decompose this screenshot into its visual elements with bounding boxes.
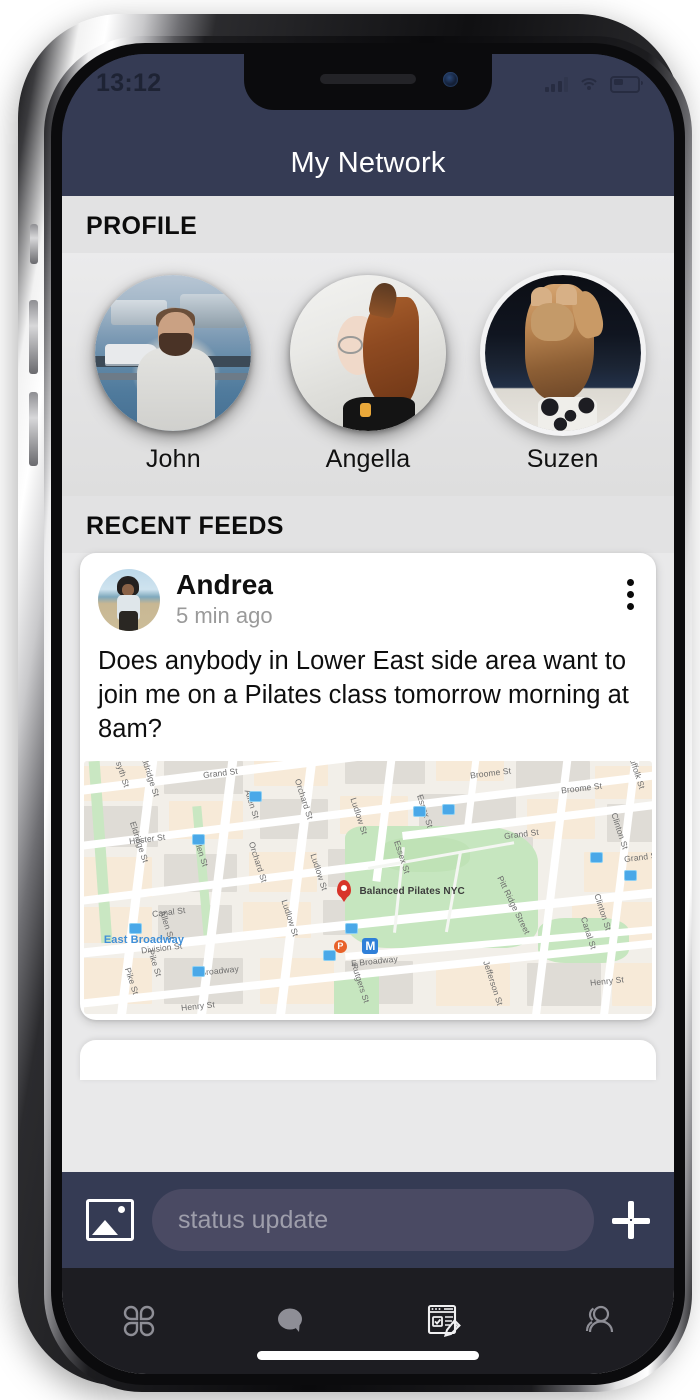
signal-bars-icon	[544, 76, 568, 92]
profile-name: Suzen	[526, 445, 599, 473]
map-street-label: Henry St	[180, 999, 215, 1013]
profile-list: John Angella Suzen	[62, 253, 674, 496]
phone-screen: My Network 13:12 PROFILE John Angella Su…	[62, 54, 674, 1374]
tab-forms[interactable]	[368, 1286, 521, 1356]
profile-item-john[interactable]: John	[87, 275, 259, 474]
profile-name: John	[145, 445, 201, 473]
map-pin-icon	[336, 879, 351, 898]
map-place-label: Balanced Pilates NYC	[359, 885, 465, 897]
home-indicator[interactable]	[257, 1351, 479, 1360]
feed-post-card-partial[interactable]	[80, 1039, 656, 1080]
post-author-name: Andrea	[176, 569, 274, 600]
profile-name: Angella	[325, 445, 411, 473]
map-parking-badge: P	[333, 940, 347, 954]
avatar-image-john	[95, 275, 252, 431]
status-clock: 13:12	[96, 68, 162, 97]
avatar[interactable]	[484, 275, 641, 431]
battery-icon	[610, 75, 643, 93]
page-title: My Network	[290, 147, 446, 179]
volume-down-button[interactable]	[29, 392, 38, 466]
post-map-image[interactable]: Grand St Grand St Grand St Broome St Bro…	[84, 760, 652, 1014]
post-body-text: Does anybody in Lower East side area wan…	[98, 647, 629, 743]
avatar[interactable]	[289, 275, 446, 431]
volume-up-button[interactable]	[29, 300, 38, 374]
post-timestamp: 5 min ago	[176, 603, 273, 629]
tab-chat[interactable]	[215, 1286, 368, 1356]
section-header-profile: PROFILE	[62, 196, 674, 253]
map-subway-badge: M	[362, 937, 379, 954]
post-author-avatar[interactable]	[98, 569, 160, 631]
mute-switch[interactable]	[30, 224, 38, 264]
apps-grid-icon	[117, 1299, 161, 1343]
earpiece-speaker	[320, 74, 416, 84]
status-update-input[interactable]: status update	[152, 1189, 594, 1251]
kebab-menu-icon[interactable]	[617, 569, 638, 610]
phone-frame: My Network 13:12 PROFILE John Angella Su…	[18, 14, 692, 1392]
status-composer-bar: status update	[62, 1172, 674, 1268]
front-camera	[443, 72, 458, 87]
feed-list: Andrea 5 min ago Does anybody in Lower E…	[62, 553, 674, 1080]
feed-post-card[interactable]: Andrea 5 min ago Does anybody in Lower E…	[80, 553, 656, 1020]
avatar-image-suzen	[484, 275, 641, 431]
avatar[interactable]	[95, 275, 252, 431]
image-picker-icon[interactable]	[86, 1199, 134, 1241]
tab-contacts[interactable]	[521, 1286, 674, 1356]
form-edit-icon	[422, 1298, 468, 1344]
wifi-icon	[578, 77, 600, 92]
avatar-image-angella	[289, 275, 446, 431]
tab-apps[interactable]	[62, 1286, 215, 1356]
screenshot-root: My Network 13:12 PROFILE John Angella Su…	[0, 0, 700, 1400]
profile-item-suzen[interactable]: Suzen	[477, 275, 649, 474]
contacts-icon	[575, 1298, 621, 1344]
post-header: Andrea 5 min ago	[80, 553, 656, 637]
status-indicators	[544, 75, 643, 93]
status-update-placeholder: status update	[178, 1205, 329, 1234]
chat-bubble-icon	[270, 1299, 314, 1343]
plus-icon[interactable]	[612, 1201, 650, 1239]
profile-item-angella[interactable]: Angella	[282, 275, 454, 474]
section-header-recent-feeds: RECENT FEEDS	[62, 496, 674, 553]
notch	[244, 54, 492, 110]
map-transit-label: East Broadway	[103, 934, 185, 947]
post-meta: Andrea 5 min ago	[176, 569, 617, 629]
